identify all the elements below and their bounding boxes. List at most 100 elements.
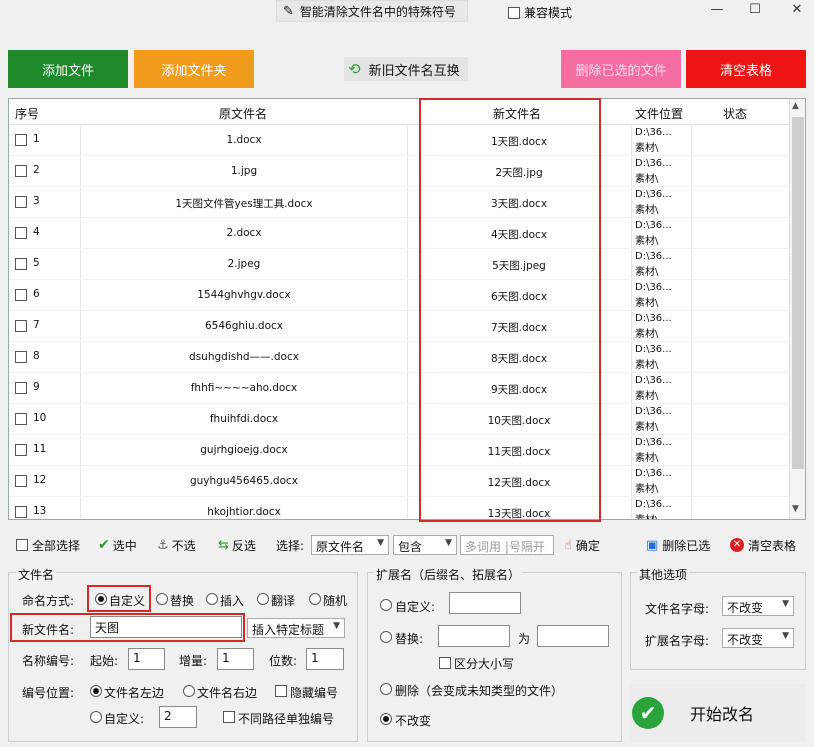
delete-checked-button[interactable]: ▣ 删除已选	[646, 531, 710, 559]
pos-custom-label[interactable]: 自定义:	[104, 710, 144, 727]
pos-left-radio[interactable]	[90, 685, 102, 697]
swap-names-button[interactable]: ⟲ 新旧文件名互换	[344, 57, 468, 81]
row-checkbox[interactable]	[15, 227, 27, 239]
row-location-path: D:\36...	[635, 127, 672, 138]
pos-custom-radio[interactable]	[90, 711, 102, 723]
scroll-up-icon[interactable]: ▲	[792, 101, 799, 111]
table-scrollbar[interactable]: ▲ ▼	[789, 99, 805, 519]
check-button[interactable]: ✔ 选中	[98, 531, 137, 559]
ext-no-change-radio[interactable]	[380, 713, 392, 725]
header-status[interactable]: 状态	[723, 105, 747, 122]
ext-custom-label[interactable]: 自定义:	[395, 598, 435, 615]
clear-table-button[interactable]: 清空表格	[686, 50, 806, 88]
table-row[interactable]: 5 2.jpeg 5天图.jpeg D:\36... 素材\	[9, 249, 789, 280]
scroll-thumb[interactable]	[792, 117, 804, 469]
row-original-name: 1.jpg	[230, 165, 258, 177]
naming-option-radio[interactable]	[257, 593, 269, 605]
hide-number-label[interactable]: 隐藏编号	[290, 684, 338, 701]
row-checkbox[interactable]	[15, 258, 27, 270]
maximize-button[interactable]: ☐	[744, 2, 766, 20]
table-row[interactable]: 13hkojhtior.docx13天图.docxD:\36...素材\	[9, 497, 789, 519]
row-checkbox[interactable]	[15, 382, 27, 394]
match-mode-select[interactable]: 包含 ▼	[393, 535, 457, 555]
extension-panel-title: 扩展名（后缀名、拓展名）	[374, 566, 523, 583]
select-all-checkbox[interactable]: 全部选择	[16, 531, 80, 559]
row-checkbox[interactable]	[15, 320, 27, 332]
table-row[interactable]: 8 dsuhgdishd——.docx 8天图.docx D:\36... 素材\	[9, 342, 789, 373]
naming-option-radio[interactable]	[206, 593, 218, 605]
header-seq[interactable]: 序号	[15, 105, 39, 122]
table-row[interactable]: 4 2.docx 4天图.docx D:\36... 素材\	[9, 218, 789, 249]
scroll-down-icon[interactable]: ▼	[792, 504, 799, 514]
invert-button[interactable]: ⇆ 反选	[218, 531, 256, 559]
ext-delete-radio[interactable]	[380, 683, 392, 695]
field-select[interactable]: 原文件名 ▼	[311, 535, 389, 555]
table-row[interactable]: 3 1天图文件管yes理工具.docx 3天图.docx D:\36... 素材\	[9, 187, 789, 218]
row-checkbox[interactable]	[15, 475, 27, 487]
naming-option-radio[interactable]	[156, 593, 168, 605]
row-checkbox[interactable]	[15, 134, 27, 146]
naming-option-label[interactable]: 随机	[323, 592, 347, 609]
ext-custom-input[interactable]	[449, 592, 521, 614]
ext-replace-from-input[interactable]	[438, 625, 510, 647]
add-file-button[interactable]: 添加文件	[8, 50, 128, 88]
delete-selected-files-button[interactable]: 删除已选的文件	[561, 50, 681, 88]
pos-left-label[interactable]: 文件名左边	[104, 684, 164, 701]
header-original-name[interactable]: 原文件名	[219, 105, 267, 122]
custom-position-input[interactable]: 2	[159, 706, 197, 728]
insert-title-select[interactable]: 插入特定标题 ▼	[247, 618, 345, 638]
table-row[interactable]: 12 guyhgu456465.docx 12天图.docx D:\36... 素材\	[9, 466, 789, 497]
confirm-button[interactable]: ☝ 确定	[564, 531, 600, 559]
separate-numbering-checkbox[interactable]	[223, 711, 235, 723]
clear-table-small-button[interactable]: ✕ 清空表格	[730, 531, 796, 559]
row-checkbox[interactable]	[15, 506, 27, 518]
header-location[interactable]: 文件位置	[635, 105, 683, 122]
naming-option-label[interactable]: 替换	[170, 592, 194, 609]
start-rename-button[interactable]: ✔ 开始改名	[630, 684, 806, 742]
naming-option-label[interactable]: 翻译	[271, 592, 295, 609]
table-row[interactable]: 11 gujrhgioejg.docx 11天图.docx D:\36... 素材\	[9, 435, 789, 466]
table-row[interactable]: 2 1.jpg 2天图.jpg D:\36... 素材\	[9, 156, 789, 187]
ext-no-change-label[interactable]: 不改变	[395, 712, 431, 729]
ext-case-select[interactable]: 不改变 ▼	[722, 628, 794, 648]
ext-replace-radio[interactable]	[380, 631, 392, 643]
ext-delete-label[interactable]: 删除（会变成未知类型的文件）	[395, 682, 563, 699]
ext-custom-radio[interactable]	[380, 599, 392, 611]
row-checkbox[interactable]	[15, 165, 27, 177]
row-checkbox[interactable]	[15, 413, 27, 425]
hide-number-checkbox[interactable]	[275, 685, 287, 697]
app-title-button[interactable]: ✎ 智能清除文件名中的特殊符号	[276, 0, 468, 22]
ext-replace-label[interactable]: 替换:	[395, 630, 423, 647]
naming-option-radio[interactable]	[309, 593, 321, 605]
pos-right-radio[interactable]	[183, 685, 195, 697]
table-row[interactable]: 1 1.docx 1天图.docx D:\36... 素材\	[9, 125, 789, 156]
naming-option-label[interactable]: 插入	[220, 592, 244, 609]
row-checkbox[interactable]	[15, 196, 27, 208]
digits-input[interactable]: 1	[306, 648, 344, 670]
separate-numbering-label[interactable]: 不同路径单独编号	[238, 710, 334, 727]
keyword-input[interactable]: 多词用 |号隔开	[460, 535, 554, 555]
table-row[interactable]: 9 fhhfi~~~~aho.docx 9天图.docx D:\36... 素材\	[9, 373, 789, 404]
row-checkbox[interactable]	[15, 444, 27, 456]
start-input[interactable]: 1	[128, 648, 165, 670]
ext-replace-to-input[interactable]	[537, 625, 609, 647]
filename-case-select[interactable]: 不改变 ▼	[722, 596, 794, 616]
case-sensitive-label[interactable]: 区分大小写	[454, 655, 514, 672]
pos-right-label[interactable]: 文件名右边	[197, 684, 257, 701]
anchor-icon: ⚓	[157, 537, 169, 553]
close-button[interactable]: ✕	[786, 2, 808, 20]
table-row[interactable]: 7 6546ghiu.docx 7天图.docx D:\36... 素材\	[9, 311, 789, 342]
row-checkbox[interactable]	[15, 289, 27, 301]
row-location-folder: 素材\	[635, 174, 659, 185]
add-folder-button[interactable]: 添加文件夹	[134, 50, 254, 88]
row-checkbox[interactable]	[15, 351, 27, 363]
table-row[interactable]: 10 fhuihfdi.docx 10天图.docx D:\36... 素材\	[9, 404, 789, 435]
compat-mode-checkbox[interactable]: 兼容模式	[508, 4, 572, 21]
ext-case-label: 扩展名字母:	[645, 634, 710, 648]
uncheck-button[interactable]: ⚓ 不选	[157, 531, 196, 559]
step-input[interactable]: 1	[217, 648, 254, 670]
row-location-path: D:\36...	[635, 251, 672, 262]
minimize-button[interactable]: —	[706, 2, 728, 20]
table-row[interactable]: 6 1544ghvhgv.docx 6天图.docx D:\36... 素材\	[9, 280, 789, 311]
case-sensitive-checkbox[interactable]	[439, 657, 451, 669]
